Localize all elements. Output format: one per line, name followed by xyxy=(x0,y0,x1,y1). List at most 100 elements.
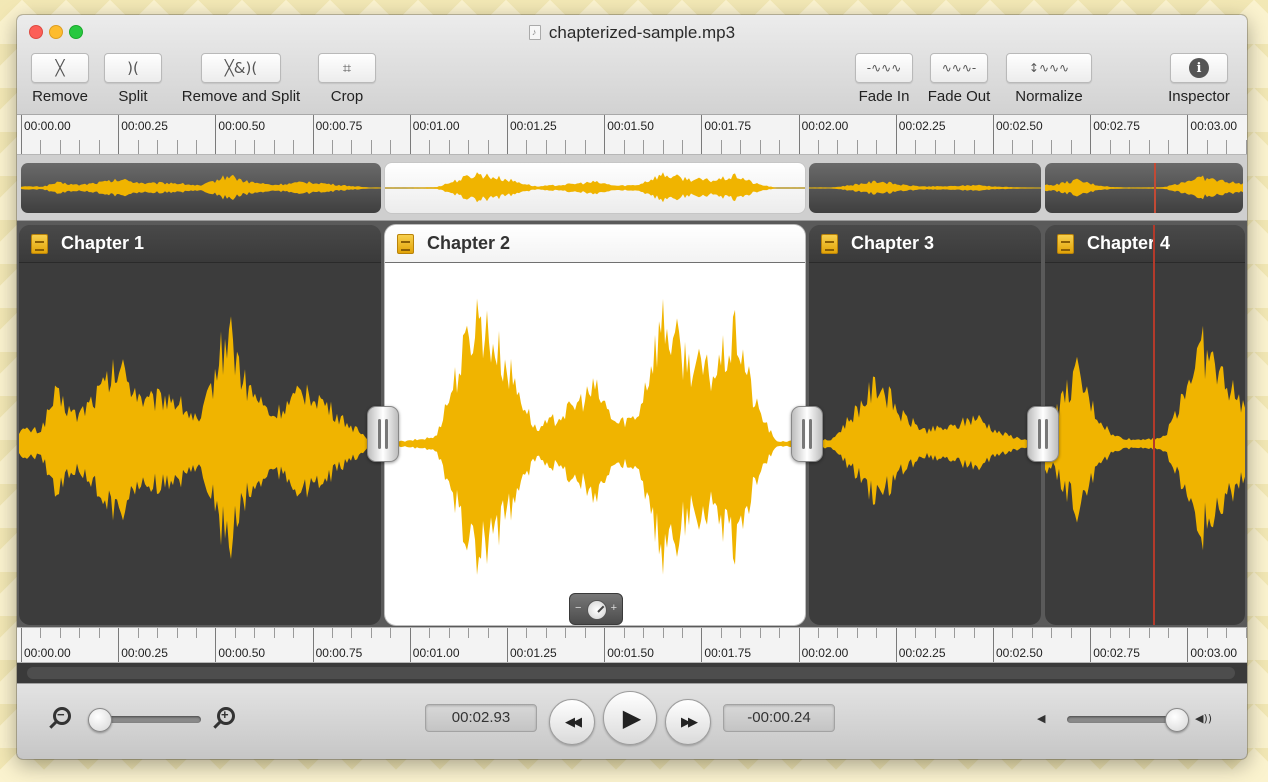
waveform[interactable] xyxy=(385,263,805,625)
ruler-minor-tick xyxy=(759,140,761,154)
audio-file-icon xyxy=(31,234,48,254)
crop-button[interactable]: ⌗ Crop xyxy=(317,53,377,105)
remaining-time: -00:00.24 xyxy=(723,704,835,732)
ruler-minor-tick xyxy=(623,628,625,638)
ruler-minor-tick xyxy=(40,628,42,638)
playhead[interactable] xyxy=(1153,225,1155,625)
audio-file-icon xyxy=(397,234,414,254)
overview-playhead[interactable] xyxy=(1154,163,1156,213)
ruler-minor-tick xyxy=(973,140,975,154)
waveform[interactable] xyxy=(1045,263,1245,625)
zoom-out-icon[interactable]: − xyxy=(49,707,73,731)
volume-slider-knob[interactable] xyxy=(1165,708,1189,732)
ruler-minor-tick xyxy=(293,140,295,154)
chapter-gain-knob[interactable]: − + xyxy=(569,593,623,625)
ruler-minor-tick xyxy=(1129,140,1131,154)
ruler-minor-tick xyxy=(468,628,470,638)
ruler-minor-tick xyxy=(468,140,470,154)
overview-chapter-2[interactable] xyxy=(385,163,805,213)
chapter-3[interactable]: Chapter 3 xyxy=(809,225,1041,625)
ruler-major-tick xyxy=(409,115,411,154)
zoom-in-icon[interactable]: + xyxy=(213,707,237,731)
inspector-button[interactable]: i Inspector xyxy=(1161,53,1237,105)
split-label: Split xyxy=(118,88,148,105)
remove-button[interactable]: ╳ Remove xyxy=(25,53,95,105)
ruler-major-tick xyxy=(215,628,217,662)
chapter-split-handle-1[interactable] xyxy=(367,406,399,462)
ruler-minor-tick xyxy=(915,628,917,638)
ruler-minor-tick xyxy=(234,628,236,638)
ruler-minor-tick xyxy=(1167,628,1169,638)
overview-chapter-3[interactable] xyxy=(809,163,1041,213)
gain-minus-icon: − xyxy=(575,602,582,614)
ruler-minor-tick xyxy=(1206,140,1208,154)
chapter-header[interactable]: Chapter 4 xyxy=(1045,225,1245,263)
waveform[interactable] xyxy=(19,263,381,625)
chapter-split-handle-2[interactable] xyxy=(791,406,823,462)
ruler-minor-tick xyxy=(1031,140,1033,154)
scissors-icon: ╳ xyxy=(31,53,89,83)
ruler-minor-tick xyxy=(1245,140,1247,154)
normalize-button[interactable]: ↕∿∿∿ Normalize xyxy=(1005,53,1093,105)
overview-waveform xyxy=(21,174,381,200)
horizontal-scrollbar[interactable] xyxy=(17,663,1247,683)
waveform-shape xyxy=(385,298,805,575)
chapter-2[interactable]: Chapter 2 xyxy=(385,225,805,625)
ruler-minor-tick xyxy=(40,140,42,154)
waveform-shape xyxy=(809,376,1041,505)
ruler-major-tick xyxy=(895,115,897,154)
chapter-1[interactable]: Chapter 1 xyxy=(19,225,381,625)
ruler-major-tick xyxy=(21,628,22,662)
ruler-minor-tick xyxy=(1070,140,1072,154)
ruler-minor-tick xyxy=(390,140,392,154)
volume-low-icon[interactable]: ◀ xyxy=(1037,712,1045,725)
ruler-major-tick xyxy=(118,115,120,154)
ruler-tick-label: 00:02.50 xyxy=(996,119,1043,133)
rewind-button[interactable]: ◀◀ xyxy=(549,699,595,745)
ruler-minor-tick xyxy=(157,140,159,154)
overview-chapter-1[interactable] xyxy=(21,163,381,213)
volume-high-icon[interactable]: ◀)) xyxy=(1195,712,1212,725)
overview-strip[interactable] xyxy=(17,155,1247,221)
play-button[interactable]: ▶ xyxy=(603,691,657,745)
ruler-minor-tick xyxy=(954,140,956,154)
inspector-label: Inspector xyxy=(1168,88,1230,105)
overview-chapter-4[interactable] xyxy=(1045,163,1243,213)
ruler-minor-tick xyxy=(856,140,858,154)
fade-in-button[interactable]: -∿∿∿ Fade In xyxy=(851,53,917,105)
ruler-minor-tick xyxy=(1129,628,1131,638)
chapter-header[interactable]: Chapter 1 xyxy=(19,225,381,263)
split-button[interactable]: )( Split xyxy=(103,53,163,105)
fast-forward-button[interactable]: ▶▶ xyxy=(665,699,711,745)
ruler-minor-tick xyxy=(429,140,431,154)
chapter-header[interactable]: Chapter 3 xyxy=(809,225,1041,263)
audio-document-icon xyxy=(528,25,541,40)
zoom-slider-knob[interactable] xyxy=(88,708,113,732)
ruler-major-tick xyxy=(21,115,22,154)
waveform[interactable] xyxy=(809,263,1041,625)
ruler-tick-label: 00:02.00 xyxy=(801,646,849,660)
fade-out-button[interactable]: ∿∿∿- Fade Out xyxy=(923,53,995,105)
ruler-major-tick xyxy=(993,628,994,662)
ruler-major-tick xyxy=(118,628,120,662)
scrollbar-thumb[interactable] xyxy=(27,667,1235,679)
ruler-major-tick xyxy=(507,115,508,154)
chapter-4[interactable]: Chapter 4 xyxy=(1045,225,1245,625)
time-ruler-bottom[interactable]: 00:00.00 00:00.25 00:00.50 00:00.75 00:01.00… xyxy=(17,627,1247,663)
audio-file-icon xyxy=(821,234,838,254)
chapter-header[interactable]: Chapter 2 xyxy=(385,225,805,263)
ruler-minor-tick xyxy=(973,628,975,638)
time-ruler-top[interactable]: 00:00.00 00:00.25 00:00.50 00:00.75 00:01.00… xyxy=(17,115,1247,155)
normalize-label: Normalize xyxy=(1015,88,1083,105)
ruler-tick-label: 00:02.75 xyxy=(1093,119,1140,133)
ruler-minor-tick xyxy=(643,140,645,154)
remove-and-split-button[interactable]: ╳&)( Remove and Split xyxy=(173,53,309,105)
ruler-minor-tick xyxy=(137,628,139,638)
ruler-tick-label: 00:03.00 xyxy=(1190,119,1238,133)
ruler-minor-tick xyxy=(448,628,450,638)
ruler-minor-tick xyxy=(1148,140,1150,154)
ruler-minor-tick xyxy=(779,140,781,154)
volume-slider[interactable] xyxy=(1067,716,1177,723)
ruler-minor-tick xyxy=(740,628,742,638)
chapter-split-handle-3[interactable] xyxy=(1027,406,1059,462)
